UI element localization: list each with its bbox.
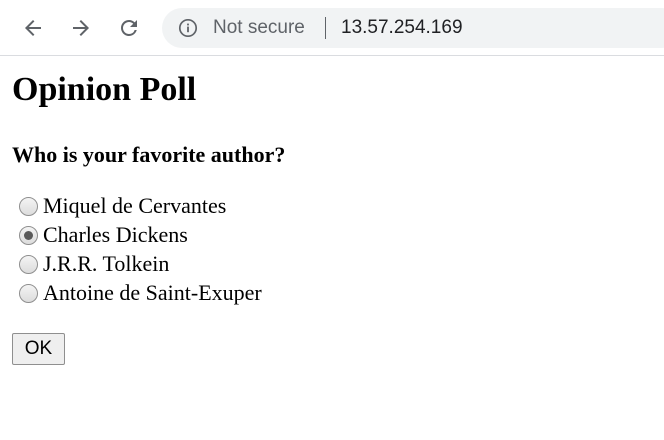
option-label: Miquel de Cervantes bbox=[43, 193, 227, 218]
back-button[interactable] bbox=[17, 12, 49, 44]
option-dickens[interactable]: Charles Dickens bbox=[19, 222, 188, 248]
page-title: Opinion Poll bbox=[12, 71, 197, 108]
radio-cervantes[interactable] bbox=[19, 196, 38, 216]
reload-button[interactable] bbox=[113, 12, 145, 44]
address-bar[interactable]: Not secure 13.57.254.169 bbox=[162, 8, 664, 48]
info-circle-icon[interactable] bbox=[178, 18, 198, 38]
option-label: Charles Dickens bbox=[43, 222, 188, 247]
radio-dickens[interactable] bbox=[19, 225, 38, 245]
arrow-left-icon bbox=[25, 20, 41, 36]
option-tolkein[interactable]: J.R.R. Tolkein bbox=[19, 251, 169, 277]
option-cervantes[interactable]: Miquel de Cervantes bbox=[19, 193, 226, 219]
radio-tolkein[interactable] bbox=[19, 254, 38, 274]
url-text[interactable]: 13.57.254.169 bbox=[341, 8, 463, 48]
forward-button[interactable] bbox=[65, 12, 97, 44]
url-separator bbox=[325, 17, 326, 39]
browser-toolbar: Not secure 13.57.254.169 bbox=[0, 0, 664, 56]
radio-saint-exuper[interactable] bbox=[19, 283, 38, 303]
security-status[interactable]: Not secure bbox=[213, 8, 305, 48]
page-content: Opinion Poll Who is your favorite author… bbox=[0, 57, 664, 440]
option-label: Antoine de Saint-Exuper bbox=[43, 280, 262, 305]
option-label: J.R.R. Tolkein bbox=[43, 251, 170, 276]
reload-icon bbox=[121, 20, 137, 36]
ok-button[interactable]: OK bbox=[12, 333, 65, 365]
poll-question: Who is your favorite author? bbox=[12, 142, 286, 167]
arrow-right-icon bbox=[73, 20, 89, 36]
option-saint-exuper[interactable]: Antoine de Saint-Exuper bbox=[19, 280, 262, 306]
